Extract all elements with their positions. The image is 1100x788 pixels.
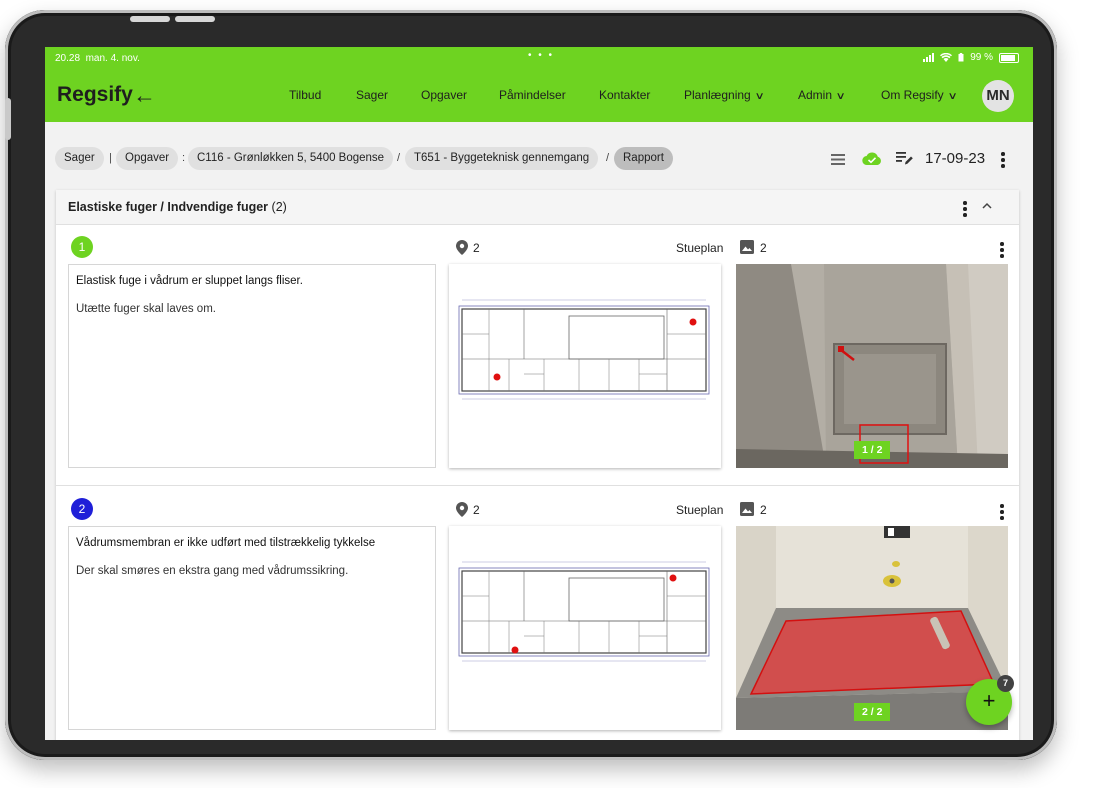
item-number-badge: 2: [71, 498, 93, 520]
image-count: 2: [760, 503, 767, 517]
item-text-field[interactable]: Vådrumsmembran er ikke udført med tilstr…: [68, 526, 436, 730]
status-bar: 20.28 man. 4. nov. • • • 99 %: [45, 47, 1033, 70]
breadcrumb-sager[interactable]: Sager: [55, 147, 104, 170]
nav-kontakter[interactable]: Kontakter: [599, 88, 650, 102]
pin-count: 2: [473, 241, 480, 255]
nav-om-regsify[interactable]: Om Regsify ∨: [881, 88, 958, 102]
nav-tilbud[interactable]: Tilbud: [289, 88, 321, 102]
more-vert-icon[interactable]: [963, 201, 967, 219]
nav-admin[interactable]: Admin ∨: [798, 88, 846, 102]
notification-badge: 7: [997, 675, 1014, 692]
breadcrumb-separator: /: [397, 152, 401, 164]
tablet-volume-button: [130, 16, 170, 22]
panel-title: Elastiske fuger / Indvendige fuger (2): [68, 200, 287, 214]
image-index-badge: 2 / 2: [854, 703, 891, 721]
app-logo[interactable]: Regsify: [57, 83, 133, 107]
pin-marker: [689, 318, 697, 326]
pin-marker: [669, 574, 677, 582]
chevron-up-icon[interactable]: [982, 202, 992, 209]
image-icon: [740, 240, 754, 254]
image-index-badge: 1 / 2: [854, 441, 891, 459]
list-item: 2 Vådrumsmembran er ikke udført med tils…: [56, 486, 1019, 740]
more-vert-icon[interactable]: [1000, 242, 1004, 260]
list-icon[interactable]: [831, 154, 845, 165]
pin-count: 2: [473, 503, 480, 517]
status-time: 20.28 man. 4. nov.: [55, 53, 140, 64]
item-description: Der skal smøres en ekstra gang med vådru…: [76, 565, 349, 577]
floor-plan-thumbnail[interactable]: [449, 264, 721, 468]
battery-percent: 99 %: [970, 52, 993, 63]
location-pin-icon: [456, 240, 468, 255]
floor-plan-drawing: [458, 299, 710, 400]
breadcrumb-case[interactable]: C116 - Grønløkken 5, 5400 Bogense: [188, 147, 394, 170]
image-icon: [740, 502, 754, 516]
nav-sager[interactable]: Sager: [356, 88, 388, 102]
more-vert-icon[interactable]: [1000, 504, 1004, 522]
pin-marker: [493, 373, 501, 381]
photo-image: [736, 264, 1008, 468]
floor-plan-thumbnail[interactable]: [449, 526, 721, 730]
panel-header[interactable]: Elastiske fuger / Indvendige fuger (2): [56, 190, 1019, 225]
plan-name: Stueplan: [676, 241, 724, 255]
status-indicators: 99 %: [923, 52, 1019, 63]
breadcrumb-report[interactable]: Rapport: [614, 147, 673, 170]
item-title: Elastisk fuge i vådrum er sluppet langs …: [76, 275, 303, 287]
screen: 20.28 man. 4. nov. • • • 99 % Regsify ← …: [45, 47, 1033, 740]
nav-opgaver[interactable]: Opgaver: [421, 88, 467, 102]
chevron-down-icon: ∨: [947, 91, 958, 102]
floor-plan-drawing: [458, 561, 710, 662]
breadcrumb-task[interactable]: T651 - Byggeteknisk gennemgang: [405, 147, 599, 170]
breadcrumb-separator: :: [182, 152, 186, 164]
breadcrumb-separator: /: [606, 152, 610, 164]
report-date: 17-09-23: [925, 150, 986, 167]
list-item: 1 Elastisk fuge i vådrum er sluppet lang…: [56, 224, 1019, 486]
item-title: Vådrumsmembran er ikke udført med tilstr…: [76, 537, 376, 549]
cloud-done-icon[interactable]: [862, 151, 882, 166]
tablet-volume-button: [175, 16, 215, 22]
breadcrumb: Sager | Opgaver : C116 - Grønløkken 5, 5…: [45, 122, 1033, 192]
signal-icon: [923, 53, 935, 62]
more-vert-icon[interactable]: [1001, 152, 1005, 170]
avatar[interactable]: MN: [982, 80, 1014, 112]
breadcrumb-opgaver[interactable]: Opgaver: [116, 147, 179, 170]
plan-name: Stueplan: [676, 503, 724, 517]
arrow-left-icon[interactable]: ←: [133, 82, 156, 109]
multitask-dots[interactable]: • • •: [528, 50, 554, 61]
tablet-frame: 20.28 man. 4. nov. • • • 99 % Regsify ← …: [5, 10, 1057, 760]
category-panel: Elastiske fuger / Indvendige fuger (2) 1…: [56, 190, 1019, 740]
pin-marker: [511, 646, 519, 654]
item-number-badge: 1: [71, 236, 93, 258]
nav-planlaegning[interactable]: Planlægning ∨: [684, 88, 765, 102]
location-pin-icon: [456, 502, 468, 517]
photo-thumbnail[interactable]: 1 / 2: [736, 264, 1008, 468]
item-description: Utætte fuger skal laves om.: [76, 303, 216, 315]
wifi-icon: [940, 53, 953, 62]
battery-icon: [999, 52, 1019, 63]
image-count: 2: [760, 241, 767, 255]
item-text-field[interactable]: Elastisk fuge i vådrum er sluppet langs …: [68, 264, 436, 468]
chevron-down-icon: ∨: [754, 91, 765, 102]
battery-charge-icon: [958, 53, 964, 62]
nav-pamindelser[interactable]: Påmindelser: [499, 88, 566, 102]
edit-list-icon[interactable]: [896, 152, 913, 165]
chevron-down-icon: ∨: [835, 91, 846, 102]
tablet-side-button: [5, 98, 11, 140]
app-bar: Regsify ← Tilbud Sager Opgaver Påmindels…: [45, 70, 1033, 122]
breadcrumb-separator: |: [109, 152, 112, 164]
